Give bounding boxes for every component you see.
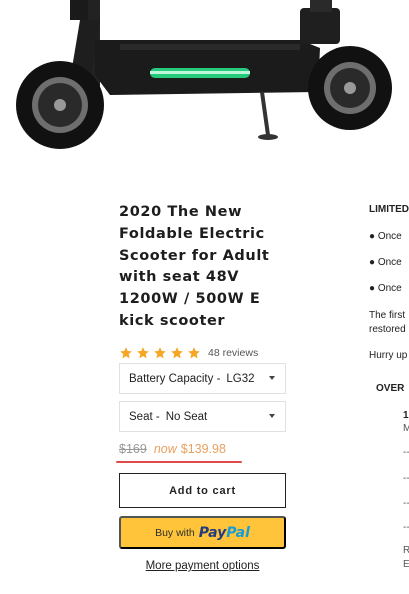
overview-heading: OVER [376, 383, 405, 394]
reviews-count[interactable]: 48 reviews [208, 347, 258, 359]
hurry-text: Hurry up [369, 350, 408, 361]
price-highlight-underline [116, 461, 242, 463]
star-icon [120, 347, 132, 359]
dash-line: -- [403, 522, 409, 533]
add-to-cart-button[interactable]: Add to cart [119, 473, 286, 508]
paypal-logo: PayPal [199, 525, 250, 541]
paypal-prefix: Buy with [155, 526, 195, 539]
chevron-down-icon [269, 376, 275, 380]
dash-line: -- [403, 473, 409, 484]
star-icon [171, 347, 183, 359]
dash-line: -- [403, 498, 409, 509]
scooter-illustration [16, 0, 392, 149]
select-label: Seat - [129, 410, 160, 423]
dash-line: -- [403, 447, 409, 458]
battery-capacity-select[interactable]: Battery Capacity - LG32 [119, 363, 286, 394]
select-value: No Seat [165, 410, 208, 423]
star-icon [137, 347, 149, 359]
paypal-logo-pay: Pay [198, 524, 227, 541]
select-value: LG32 [226, 372, 255, 385]
chevron-down-icon [269, 414, 275, 418]
detail-letter: M [403, 423, 409, 434]
paragraph-line: The first [369, 310, 406, 321]
star-icon [188, 347, 200, 359]
seat-select[interactable]: Seat - No Seat [119, 401, 286, 432]
price: $169 now $139.98 [119, 442, 226, 456]
original-price: $169 [119, 442, 147, 456]
side-panel: LIMITED ● Once ● Once ● Once The first r… [367, 0, 409, 594]
product-image[interactable] [0, 0, 409, 165]
bullet-item: ● Once [369, 257, 402, 268]
paypal-button[interactable]: Buy with PayPal [119, 516, 286, 549]
limited-heading: LIMITED [369, 204, 409, 215]
paragraph-line: restored [369, 324, 406, 335]
star-icon [154, 347, 166, 359]
product-title: 2020 The New Foldable Electric Scooter f… [119, 204, 270, 329]
bottom-letter: R [403, 545, 409, 556]
more-payment-options-link[interactable]: More payment options [119, 560, 286, 572]
now-label: now [153, 442, 177, 456]
detail-number: 1 [403, 410, 409, 421]
select-label: Battery Capacity - [129, 372, 221, 385]
rating[interactable]: 48 reviews [119, 344, 258, 362]
bottom-letter: E [403, 559, 409, 570]
sale-price: $139.98 [180, 442, 226, 456]
bullet-item: ● Once [369, 283, 402, 294]
bullet-item: ● Once [369, 231, 402, 242]
paypal-logo-pal: Pal [226, 524, 250, 541]
